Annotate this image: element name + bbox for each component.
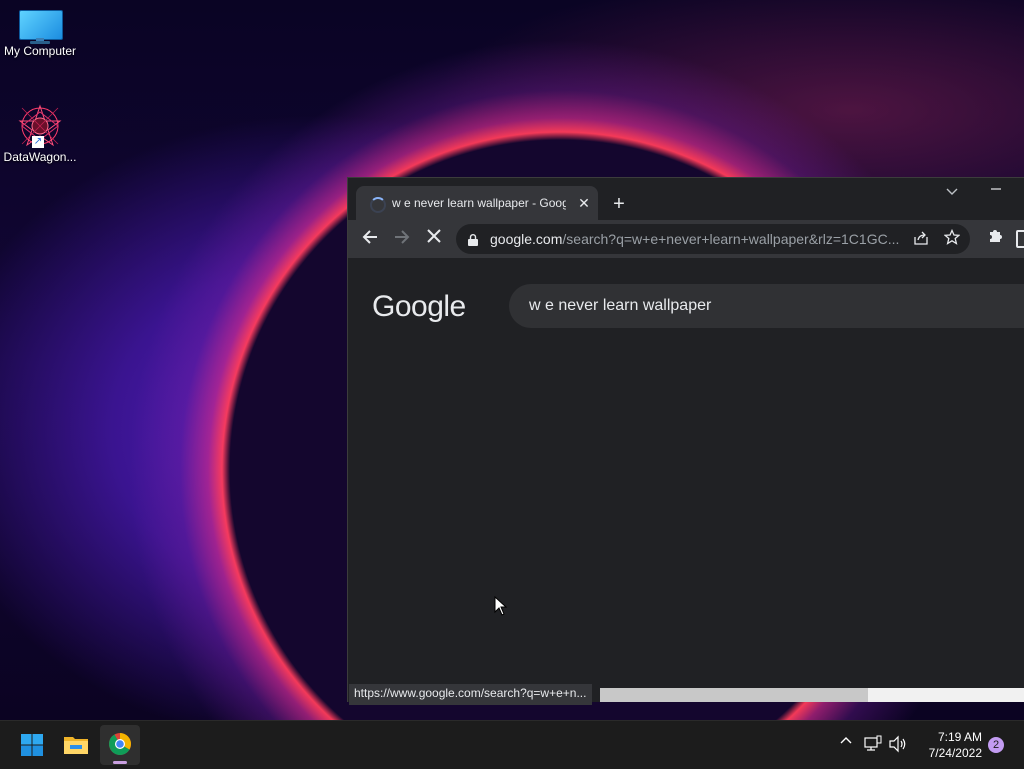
browser-toolbar: google.com/search?q=w+e+never+learn+wall… [348,220,1024,258]
url-path: /search?q=w+e+never+learn+wallpaper&rlz=… [562,231,900,247]
volume-speaker-icon[interactable] [888,735,908,753]
datawagon-app-icon: ↗ [18,104,62,148]
bookmark-star-icon[interactable] [942,228,962,249]
google-logo[interactable]: Google [372,290,466,324]
status-bubble-url: https://www.google.com/search?q=w+e+n... [349,684,593,705]
show-hidden-icons-chevron-icon[interactable] [836,734,856,754]
taskbar-clock[interactable]: 7:19 AM 7/24/2022 [912,729,982,761]
browser-tab-active[interactable]: w e never learn wallpaper - Goog ✕ [356,186,598,220]
file-explorer-folder-icon[interactable] [56,725,96,765]
back-arrow-icon[interactable] [359,228,381,250]
minimize-window-button[interactable] [984,182,1008,202]
running-indicator [113,761,127,764]
search-input[interactable]: w e never learn wallpaper [509,284,1024,328]
web-page: Google w e never learn wallpaper https:/… [348,258,1024,705]
tab-title: w e never learn wallpaper - Goog [392,196,566,210]
side-panel-icon[interactable] [1016,230,1024,248]
address-bar[interactable]: google.com/search?q=w+e+never+learn+wall… [456,224,970,254]
windows-start-icon[interactable] [12,725,52,765]
chevron-down-icon[interactable] [942,184,962,204]
desktop-icon-label: My Computer [3,44,77,58]
new-tab-button[interactable]: + [608,193,630,215]
close-tab-icon[interactable]: ✕ [576,195,592,211]
clock-date: 7/24/2022 [928,746,982,760]
monitor-icon [19,8,63,44]
taskbar: 7:19 AM 7/24/2022 2 [0,720,1024,769]
stop-loading-icon[interactable] [423,228,445,250]
browser-window: w e never learn wallpaper - Goog ✕ + goo… [347,177,1024,705]
desktop-icon-label: DataWagon... [3,150,77,164]
clock-time: 7:19 AM [937,730,982,744]
url-text: google.com/search?q=w+e+never+learn+wall… [490,231,908,247]
loading-progress-fill [600,688,868,702]
loading-spinner-icon [370,197,386,213]
tab-strip: w e never learn wallpaper - Goog ✕ + [348,178,1024,220]
forward-arrow-icon[interactable] [391,228,413,250]
lock-icon[interactable] [468,233,478,246]
shortcut-arrow-icon: ↗ [32,136,44,148]
share-icon[interactable] [912,230,930,248]
network-icon[interactable] [864,735,882,753]
mouse-cursor-icon [494,595,508,616]
extensions-puzzle-icon[interactable] [984,228,1006,250]
desktop-icon-my-computer[interactable]: My Computer [0,8,80,58]
desktop-icon-datawagon[interactable]: ↗ DataWagon... [0,104,80,164]
chrome-taskbar-icon[interactable] [100,725,140,765]
notification-count-badge[interactable]: 2 [988,737,1004,753]
loading-progress-bar [600,688,1024,702]
search-query-text: w e never learn wallpaper [529,297,712,314]
url-host: google.com [490,231,563,247]
